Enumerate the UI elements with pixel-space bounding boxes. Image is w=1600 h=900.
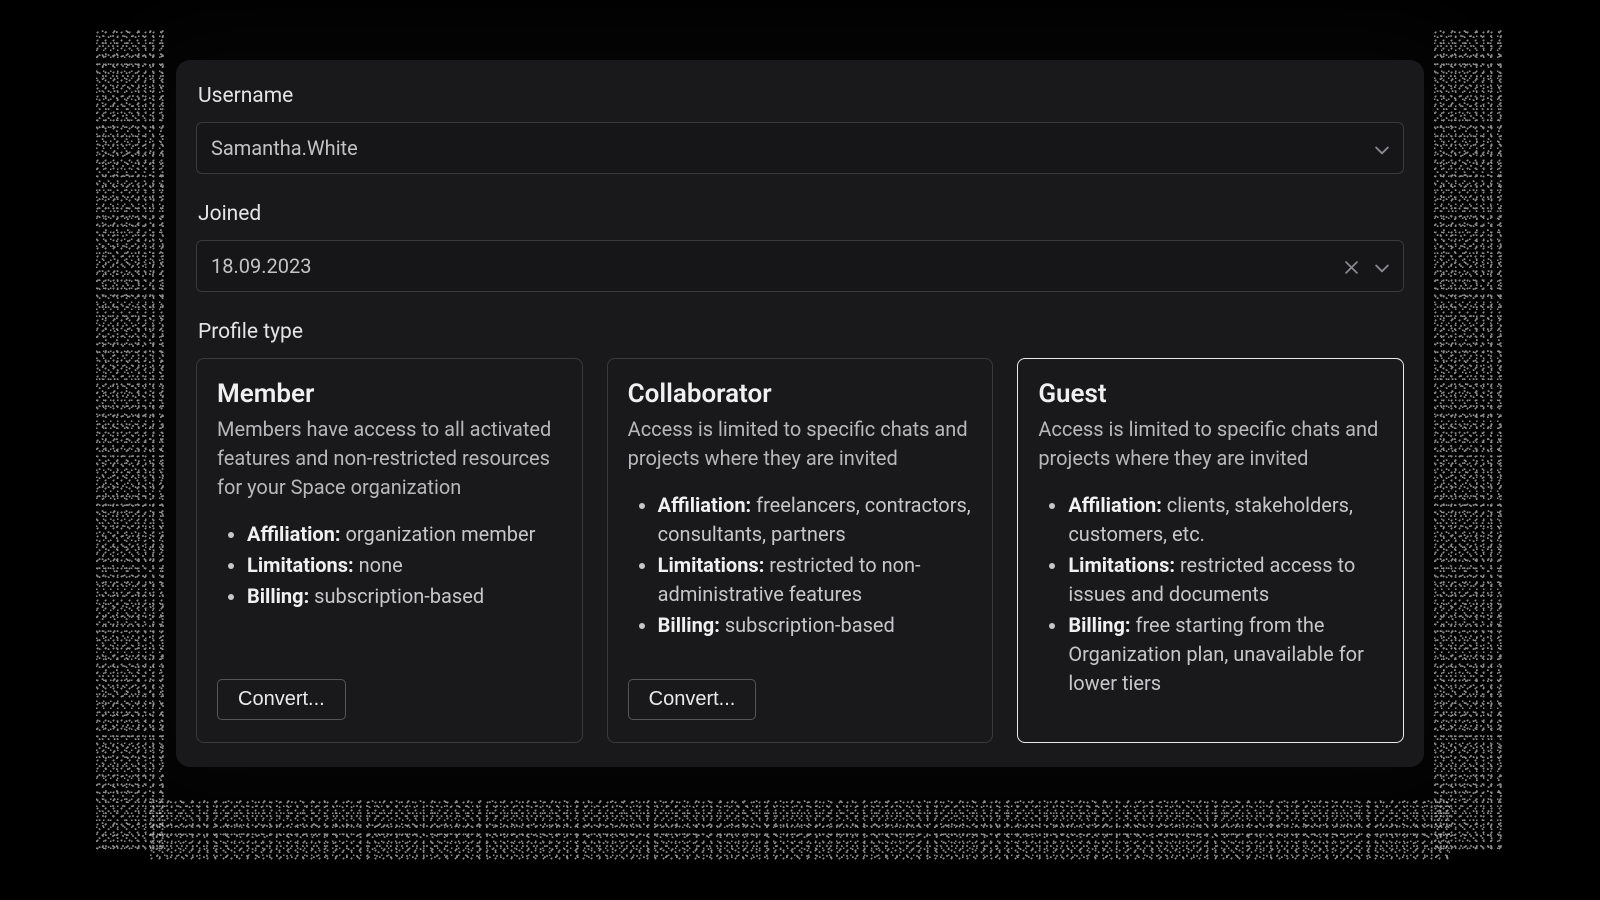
joined-label: Joined [198,202,1404,226]
noise-decoration [1434,30,1504,850]
profile-card-desc: Access is limited to specific chats and … [1038,415,1383,473]
list-item: Affiliation: freelancers, contractors, c… [658,491,973,549]
profile-card-title: Collaborator [628,379,973,409]
profile-card-member[interactable]: Member Members have access to all activa… [196,358,583,743]
username-label: Username [198,84,1404,108]
convert-button[interactable]: Convert... [628,679,757,720]
username-select[interactable]: Samantha.White [196,122,1404,174]
noise-decoration [96,30,166,850]
spacer [217,633,562,679]
profile-card-title: Member [217,379,562,409]
convert-button[interactable]: Convert... [217,679,346,720]
list-item: Limitations: none [247,551,562,580]
profile-card-guest[interactable]: Guest Access is limited to specific chat… [1017,358,1404,743]
chevron-down-icon [1375,259,1389,273]
list-item: Billing: subscription-based [658,611,973,640]
profile-card-bullets: Affiliation: organization member Limitat… [217,520,562,613]
list-item: Billing: subscription-based [247,582,562,611]
profile-type-label: Profile type [198,320,1404,344]
profile-card-title: Guest [1038,379,1383,409]
profile-card-desc: Access is limited to specific chats and … [628,415,973,473]
list-item: Limitations: restricted access to issues… [1068,551,1383,609]
joined-select[interactable]: 18.09.2023 [196,240,1404,292]
joined-select-icons [1345,259,1389,273]
noise-decoration [150,800,1450,860]
profile-card-collaborator[interactable]: Collaborator Access is limited to specif… [607,358,994,743]
chevron-down-icon [1375,141,1389,155]
profile-type-cards: Member Members have access to all activa… [196,358,1404,743]
list-item: Billing: free starting from the Organiza… [1068,611,1383,698]
profile-card-bullets: Affiliation: clients, stakeholders, cust… [1038,491,1383,700]
username-value: Samantha.White [211,136,1375,160]
profile-card-desc: Members have access to all activated fea… [217,415,562,502]
username-select-icons [1375,141,1389,155]
list-item: Affiliation: clients, stakeholders, cust… [1068,491,1383,549]
spacer [628,662,973,679]
profile-panel: Username Samantha.White Joined 18.09.202… [176,60,1424,767]
list-item: Affiliation: organization member [247,520,562,549]
list-item: Limitations: restricted to non-administr… [658,551,973,609]
joined-value: 18.09.2023 [211,254,1345,278]
clear-icon[interactable] [1345,259,1359,273]
profile-card-bullets: Affiliation: freelancers, contractors, c… [628,491,973,642]
